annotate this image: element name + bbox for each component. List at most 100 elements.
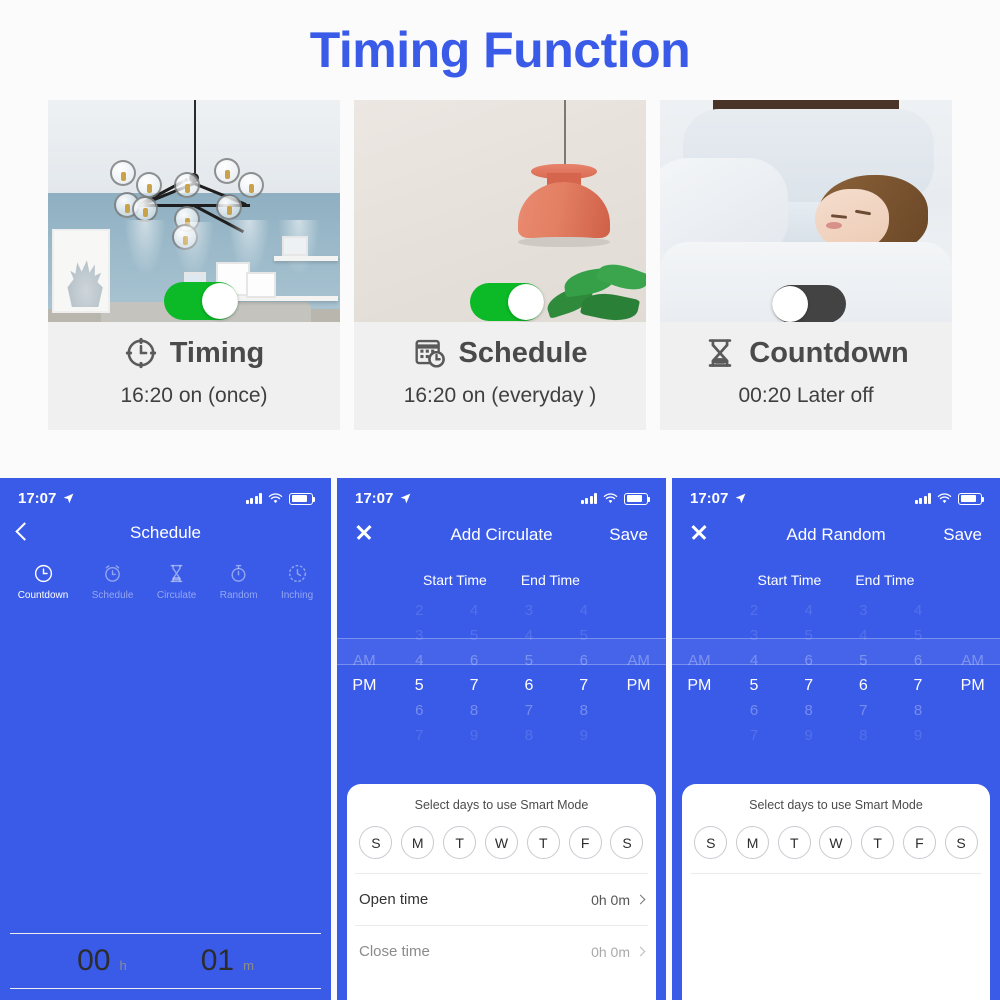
wheel-row: AM	[688, 652, 711, 669]
day-chip-thu[interactable]: T	[861, 826, 895, 859]
lamp-shade	[518, 182, 611, 239]
tab-circulate[interactable]: Circulate	[157, 561, 196, 601]
day-chip-sun[interactable]: S	[694, 826, 728, 859]
end-hour-wheel[interactable]: 3 4 5 6 7 8	[836, 598, 891, 748]
end-minute-wheel[interactable]: 4 5 6 7 8 9	[891, 598, 946, 748]
wheel-row: 3	[749, 627, 759, 644]
feature-card-timing: Timing 16:20 on (once)	[48, 100, 340, 430]
tab-schedule[interactable]: Schedule	[92, 561, 133, 601]
save-button[interactable]: Save	[606, 525, 648, 545]
bulb-globe	[136, 172, 162, 198]
wheel-row: AM	[961, 652, 984, 669]
picker-column-labels: Start Time End Time	[337, 546, 666, 588]
back-button[interactable]	[15, 522, 60, 543]
end-time-wheels[interactable]: 3 4 5 6 7 8 4 5 6 7 8 9 AM PM	[836, 598, 1000, 748]
bulb-globe	[110, 160, 136, 186]
day-chip-thu[interactable]: T	[526, 826, 560, 859]
close-button[interactable]	[690, 523, 732, 546]
tab-random[interactable]: Random	[220, 561, 258, 601]
day-selector[interactable]: S M T W T F S	[347, 822, 656, 873]
bulb-globe	[214, 158, 240, 184]
countdown-time-picker[interactable]: 00 h 01 m 01 02 02 03	[10, 933, 321, 1000]
nav-title: Add Circulate	[450, 524, 553, 544]
start-time-wheels[interactable]: AM PM 2 3 4 5 6 7 4 5 6 7 8 9	[672, 598, 836, 748]
deer-figure	[67, 260, 103, 308]
wheel-row-selected: PM	[960, 677, 985, 694]
end-minute-wheel[interactable]: 4 5 6 7 8 9	[556, 598, 611, 748]
promo-page: Timing Function Timing 16:20 on (once) S…	[0, 0, 1000, 1000]
wall-light-glow	[172, 222, 214, 278]
sheet-title: Select days to use Smart Mode	[414, 798, 589, 812]
feature-card-body: Schedule 16:20 on (everyday )	[354, 322, 646, 430]
tab-inching[interactable]: Inching	[281, 561, 313, 601]
calendar-clock-icon	[413, 336, 447, 370]
feature-card-body: Timing 16:20 on (once)	[48, 322, 340, 430]
wheel-row: 8	[524, 727, 534, 744]
clock-icon	[18, 561, 69, 585]
start-hour-wheel[interactable]: 2 3 4 5 6 7	[392, 598, 447, 748]
day-chip-wed[interactable]: W	[484, 826, 518, 859]
feature-card-subtitle: 16:20 on (everyday )	[403, 384, 597, 407]
start-time-wheels[interactable]: AM PM 2 3 4 5 6 7 4 5 6 7 8 9	[337, 598, 502, 748]
toggle-switch-schedule[interactable]	[470, 283, 544, 321]
clock-icon	[124, 336, 158, 370]
day-chip-fri[interactable]: F	[568, 826, 602, 859]
wheel-row: 6	[415, 702, 424, 719]
open-time-row[interactable]: Open time 0h 0m	[347, 874, 656, 925]
status-bar-left: 17:07	[690, 490, 747, 507]
tab-label: Countdown	[17, 590, 69, 601]
day-chip-fri[interactable]: F	[902, 826, 936, 859]
woman-sleeping-in-bed-photo	[660, 100, 952, 322]
tab-countdown[interactable]: Countdown	[17, 561, 69, 601]
wheel-row: 8	[859, 727, 868, 744]
start-hour-wheel[interactable]: 2 3 4 5 6 7	[727, 598, 782, 748]
toggle-switch-timing[interactable]	[164, 282, 238, 320]
day-chip-tue[interactable]: T	[777, 826, 811, 859]
day-chip-sat[interactable]: S	[610, 826, 644, 859]
cellular-signal-icon	[914, 493, 931, 504]
minute-value: 01	[200, 944, 235, 977]
battery-icon	[624, 492, 650, 505]
day-chip-wed[interactable]: W	[819, 826, 853, 859]
close-button[interactable]	[355, 523, 397, 546]
wheel-row: 5	[469, 627, 479, 644]
start-minute-wheel[interactable]: 4 5 6 7 8 9	[447, 598, 502, 748]
phone-screenshot-row: 17:07 Schedule Countdown Schedule Circul…	[0, 478, 1000, 1000]
save-button[interactable]: Save	[940, 525, 982, 545]
toggle-knob	[772, 286, 808, 322]
day-selector[interactable]: S M T W T F S	[682, 822, 990, 873]
wheel-row: 7	[749, 727, 759, 744]
day-chip-sat[interactable]: S	[944, 826, 978, 859]
day-chip-sun[interactable]: S	[359, 826, 393, 859]
start-minute-wheel[interactable]: 4 5 6 7 8 9	[781, 598, 836, 748]
end-meridiem-wheel[interactable]: AM PM	[611, 598, 666, 748]
wheel-row-selected: PM	[626, 677, 651, 694]
close-time-row[interactable]: Close time 0h 0m	[347, 926, 656, 977]
toggle-knob	[202, 283, 238, 319]
feature-card-heading: Timing	[48, 336, 340, 370]
minute-unit: m	[243, 958, 254, 973]
time-wheel-picker[interactable]: AM PM 2 3 4 5 6 7 4 5 6 7 8 9 3 4 5 6 7 …	[337, 588, 666, 748]
end-meridiem-wheel[interactable]: AM PM	[945, 598, 1000, 748]
day-chip-tue[interactable]: T	[443, 826, 477, 859]
start-meridiem-wheel[interactable]: AM PM	[672, 598, 727, 748]
living-room-chandelier-photo	[48, 100, 340, 322]
time-wheel-picker[interactable]: AM PM 2 3 4 5 6 7 4 5 6 7 8 9 3 4 5 6 7 …	[672, 588, 1000, 748]
close-time-value: 0h 0m	[591, 943, 630, 960]
end-hour-wheel[interactable]: 3 4 5 6 7 8	[502, 598, 557, 748]
bottom-sheet: Select days to use Smart Mode S M T W T …	[347, 784, 656, 1000]
day-chip-mon[interactable]: M	[736, 826, 770, 859]
end-time-wheels[interactable]: 3 4 5 6 7 8 4 5 6 7 8 9 AM PM	[502, 598, 667, 748]
wheel-row: 9	[913, 727, 923, 744]
toggle-switch-countdown[interactable]	[772, 285, 846, 322]
day-chip-mon[interactable]: M	[401, 826, 435, 859]
stopwatch-icon	[220, 561, 258, 585]
books	[282, 236, 308, 256]
start-meridiem-wheel[interactable]: AM PM	[337, 598, 392, 748]
wheel-row: 5	[913, 627, 923, 644]
phone-screen-add-circulate: 17:07 Add Circulate Save Start Time End …	[337, 478, 666, 1000]
wheel-row: 7	[415, 727, 424, 744]
status-time: 17:07	[690, 490, 729, 507]
cellular-signal-icon	[580, 493, 597, 504]
wheel-row: 7	[524, 702, 534, 719]
